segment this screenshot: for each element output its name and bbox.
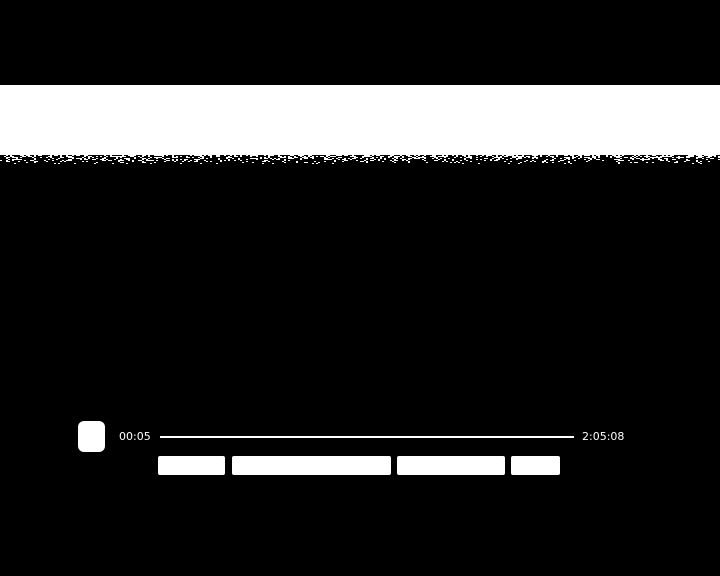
seek-bar[interactable] [160, 436, 574, 438]
video-player: 00:05 2:05:08 [0, 0, 720, 576]
total-time: 2:05:08 [582, 430, 625, 443]
current-time: 00:05 [119, 430, 151, 443]
play-pause-icon[interactable] [78, 421, 105, 452]
video-frame [0, 85, 720, 155]
control-button-3[interactable] [397, 456, 505, 475]
control-button-4[interactable] [511, 456, 560, 475]
control-button-2[interactable] [232, 456, 391, 475]
video-noise-edge [0, 150, 720, 164]
control-button-1[interactable] [158, 456, 225, 475]
